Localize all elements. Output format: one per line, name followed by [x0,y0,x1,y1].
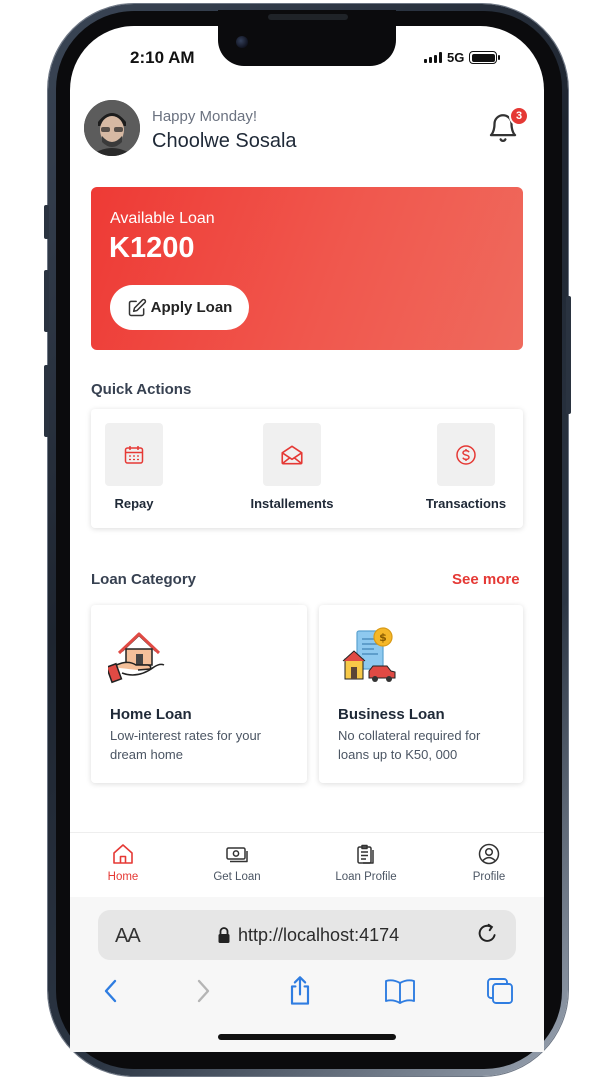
business-document-icon: $ [342,627,396,682]
signal-icon [424,52,442,63]
nav-profile-label: Profile [472,871,506,883]
quick-action-installements-label[interactable]: Installements [232,496,352,511]
nav-get-loan-label: Get Loan [213,871,261,883]
status-indicators: 5G [424,50,501,65]
user-name: Choolwe Sosala [152,130,297,152]
url-text[interactable]: http://localhost:4174 [238,925,399,946]
notification-badge: 3 [509,106,529,126]
house-hand-icon [108,632,165,684]
avatar[interactable] [84,100,140,156]
book-icon [385,979,415,1004]
battery-icon [469,51,501,64]
edit-icon [128,298,146,316]
clipboard-icon [357,844,374,864]
phone-volume-down-button [44,365,49,437]
business-loan-title: Business Loan [338,706,445,723]
nav-loan-profile[interactable]: Loan Profile [326,842,406,883]
chevron-right-icon [197,979,210,1003]
available-loan-label: Available Loan [110,210,215,227]
share-icon [290,976,310,1005]
apply-loan-button[interactable]: Apply Loan [110,285,249,330]
phone-volume-up-button [44,270,49,332]
home-indicator [218,1034,396,1040]
reload-icon[interactable] [474,921,500,947]
svg-text:$: $ [379,631,387,644]
money-icon [226,847,248,863]
home-icon [113,844,133,864]
envelope-icon [281,445,303,464]
quick-action-repay-label[interactable]: Repay [105,496,163,511]
greeting-text: Happy Monday! [152,108,258,125]
avatar-portrait [84,100,140,156]
text-size-button[interactable]: AA [115,925,141,948]
nav-home-label: Home [107,871,139,883]
tabs-icon [487,978,513,1004]
lock-icon [218,927,230,943]
nav-loan-profile-label: Loan Profile [335,871,397,883]
quick-action-installements-tile[interactable] [263,423,321,486]
forward-button[interactable] [187,975,219,1007]
network-label: 5G [447,50,465,65]
nav-home[interactable]: Home [104,842,142,883]
nav-get-loan[interactable]: Get Loan [207,842,267,883]
text-size-label: AA [115,925,141,947]
bookmarks-button[interactable] [384,975,416,1007]
dollar-circle-icon [456,444,476,465]
quick-action-repay-tile[interactable] [105,423,163,486]
phone-power-button [566,296,571,414]
home-loan-title: Home Loan [110,706,192,723]
calendar-icon [124,445,144,464]
speaker-grille [268,14,348,20]
tabs-button[interactable] [484,975,516,1007]
quick-action-transactions-tile[interactable] [437,423,495,486]
front-camera [236,36,248,48]
see-more-link[interactable]: See more [452,571,520,588]
quick-actions-title: Quick Actions [91,381,192,398]
user-circle-icon [478,843,500,865]
share-button[interactable] [284,975,316,1007]
back-button[interactable] [95,975,127,1007]
business-loan-description: No collateral required for loans up to K… [338,728,481,762]
home-loan-description: Low-interest rates for your dream home [110,728,262,762]
status-time: 2:10 AM [130,48,195,67]
chevron-left-icon [104,979,117,1003]
nav-profile[interactable]: Profile [468,842,510,883]
phone-side-button [44,205,49,239]
quick-action-transactions-label[interactable]: Transactions [416,496,516,511]
apply-loan-label: Apply Loan [150,299,233,316]
available-loan-amount: K1200 [109,232,195,264]
loan-category-title: Loan Category [91,571,197,588]
